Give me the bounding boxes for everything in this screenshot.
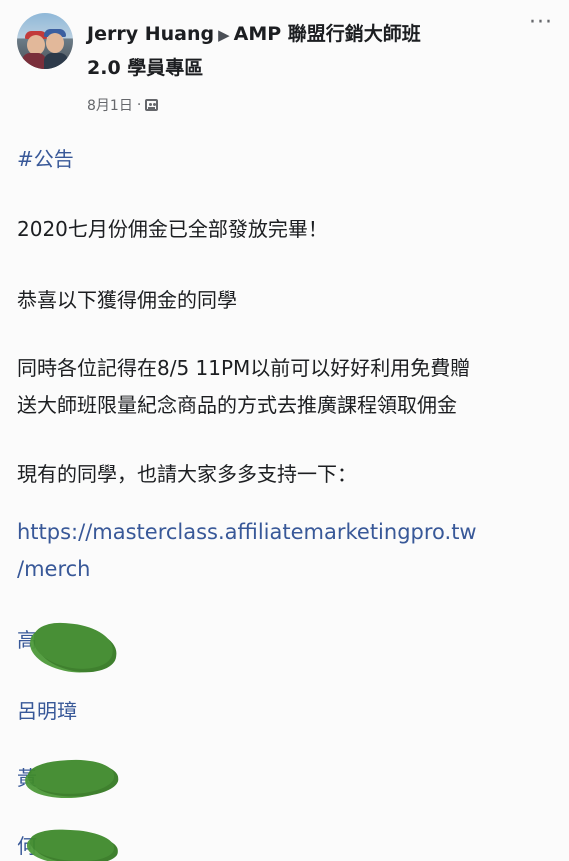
post-text-line: 恭喜以下獲得佣金的同學: [17, 288, 237, 312]
merch-url-link[interactable]: https://masterclass.affiliatemarketingpr…: [17, 520, 477, 544]
post-date[interactable]: 8月1日: [87, 95, 133, 115]
redaction-mark: [29, 828, 115, 861]
group-name[interactable]: AMP 聯盟行銷大師班: [234, 23, 421, 45]
post-header-title: Jerry Huang ▶ AMP 聯盟行銷大師班 2.0 學員專區: [87, 18, 507, 85]
mentioned-name[interactable]: 呂明璋: [17, 695, 77, 724]
redaction-mark: [26, 757, 116, 797]
post-text-line: 現有的同學，也請大家多多支持一下：: [17, 462, 357, 486]
facebook-post: Jerry Huang ▶ AMP 聯盟行銷大師班 2.0 學員專區 8月1日 · …: [0, 0, 569, 861]
more-options-icon[interactable]: ···: [529, 10, 553, 35]
post-text-line: 同時各位記得在8/5 11PM以前可以好好利用免費贈: [17, 356, 471, 380]
post-text-line: 送大師班限量紀念商品的方式去推廣課程領取佣金: [17, 393, 457, 417]
author-name[interactable]: Jerry Huang: [87, 23, 214, 45]
post-meta: 8月1日 ·: [87, 95, 159, 115]
group-privacy-icon: [145, 99, 159, 111]
redaction-mark: [30, 619, 116, 673]
right-arrow-icon: ▶: [218, 26, 230, 44]
post-text-line: 2020七月份佣金已全部發放完畢！: [17, 217, 328, 241]
author-avatar[interactable]: [17, 13, 73, 69]
hashtag-link[interactable]: #公告: [17, 143, 74, 172]
group-name-continued[interactable]: 2.0 學員專區: [87, 57, 203, 79]
merch-url-link-continued[interactable]: /merch: [17, 557, 90, 581]
separator-dot: ·: [136, 97, 142, 113]
